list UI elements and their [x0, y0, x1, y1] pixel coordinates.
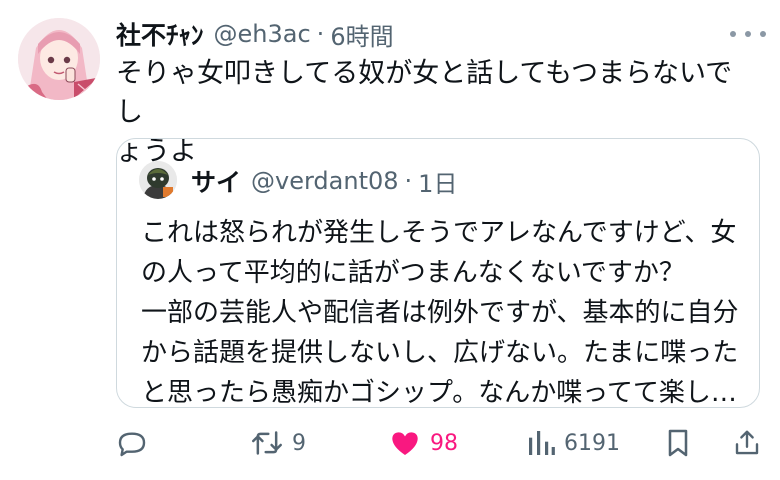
retweet-count: 9 [292, 430, 306, 456]
speech-bubble-icon [118, 432, 146, 457]
like-count: 98 [430, 430, 458, 456]
more-dot [760, 31, 766, 37]
quote-author-handle[interactable]: @verdant08 [251, 167, 399, 195]
more-dot [745, 31, 751, 37]
quote-timestamp[interactable]: 1日 [418, 164, 457, 199]
post-timestamp[interactable]: 6時間 [330, 17, 393, 52]
heart-icon [392, 432, 418, 455]
bookmark-icon [668, 429, 688, 457]
views-count: 6191 [564, 430, 620, 456]
quote-avatar-illustration [139, 161, 177, 199]
quote-header: サイ @verdant08 · 1日 [191, 161, 457, 201]
share-button[interactable] [732, 420, 762, 466]
quote-author-name[interactable]: サイ [191, 163, 241, 199]
bookmark-button[interactable] [664, 420, 692, 466]
separator-dot: · [316, 20, 325, 48]
more-dot [730, 31, 736, 37]
avatar[interactable] [18, 18, 100, 100]
bar-chart-icon [529, 431, 555, 455]
quote-text: これは怒られが発生しそうでアレなんですけど、女 の人って平均的に話がつまんなくな… [141, 218, 739, 408]
retweet-icon [252, 431, 282, 455]
action-bar: 9 98 6191 [116, 420, 764, 466]
author-handle[interactable]: @eh3ac [214, 20, 311, 48]
quote-avatar[interactable] [139, 161, 177, 199]
retweet-button[interactable]: 9 [250, 420, 306, 466]
author-name[interactable]: 社不ﾁｬﾝ [116, 16, 204, 52]
quoted-post[interactable]: サイ @verdant08 · 1日 これは怒られが発生しそうでアレなんですけど… [116, 138, 760, 408]
separator-dot: · [404, 167, 413, 195]
reply-button[interactable] [116, 420, 148, 466]
views-button[interactable]: 6191 [526, 420, 620, 466]
post-header: 社不ﾁｬﾝ @eh3ac · 6時間 [116, 14, 394, 54]
like-button[interactable]: 98 [388, 420, 458, 466]
avatar-illustration [18, 18, 100, 100]
share-icon [735, 430, 759, 455]
more-options-icon[interactable] [730, 22, 766, 46]
